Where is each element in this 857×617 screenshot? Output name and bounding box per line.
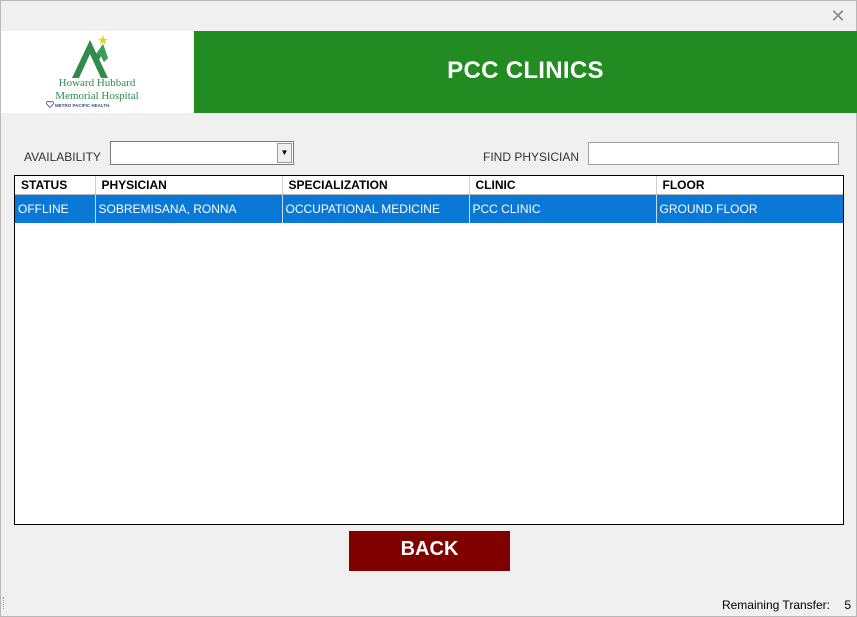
physician-table[interactable]: STATUS PHYSICIAN SPECIALIZATION CLINIC F… (14, 175, 844, 525)
page-title: PCC CLINICS (194, 31, 857, 113)
availability-label: AVAILABILITY (24, 150, 101, 164)
chevron-down-icon[interactable]: ▼ (277, 143, 292, 163)
hospital-logo: Howard Hubbard Memorial Hospital METRO P… (1, 31, 193, 113)
find-physician-label: FIND PHYSICIAN (483, 150, 580, 164)
back-button[interactable]: BACK (349, 531, 510, 571)
table-row[interactable]: OFFLINE SOBREMISANA, RONNA OCCUPATIONAL … (15, 194, 843, 223)
column-header-specialization[interactable]: SPECIALIZATION (282, 176, 470, 195)
logo-text-line1: Howard Hubbard (58, 77, 136, 89)
find-physician-input[interactable] (588, 142, 839, 165)
status-bar: Remaining Transfer: 5 (1, 591, 856, 616)
availability-dropdown[interactable]: ▼ (110, 141, 294, 165)
column-header-status[interactable]: STATUS (15, 176, 96, 195)
logo-text-line2: Memorial Hospital (55, 90, 139, 102)
logo-subtitle: METRO PACIFIC HEALTH (55, 103, 110, 108)
cell-status[interactable]: OFFLINE (15, 194, 96, 223)
column-header-physician[interactable]: PHYSICIAN (95, 176, 283, 195)
column-header-clinic[interactable]: CLINIC (469, 176, 657, 195)
table-header-row: STATUS PHYSICIAN SPECIALIZATION CLINIC F… (15, 176, 843, 195)
resize-grip[interactable] (3, 597, 6, 609)
mountain-logo-icon (72, 35, 108, 78)
cell-physician[interactable]: SOBREMISANA, RONNA (95, 194, 283, 223)
app-window: ✕ Howard Hubbard Memorial Hospital METRO… (0, 0, 857, 617)
remaining-transfer-value: 5 (844, 598, 851, 612)
cell-floor[interactable]: GROUND FLOOR (656, 194, 843, 223)
remaining-transfer-label: Remaining Transfer: (721, 598, 830, 612)
column-header-floor[interactable]: FLOOR (656, 176, 843, 195)
cell-specialization[interactable]: OCCUPATIONAL MEDICINE (282, 194, 470, 223)
cell-clinic[interactable]: PCC CLINIC (469, 194, 657, 223)
heart-pulse-icon (46, 101, 54, 108)
close-icon[interactable]: ✕ (826, 4, 850, 28)
title-bar: ✕ (1, 1, 856, 31)
